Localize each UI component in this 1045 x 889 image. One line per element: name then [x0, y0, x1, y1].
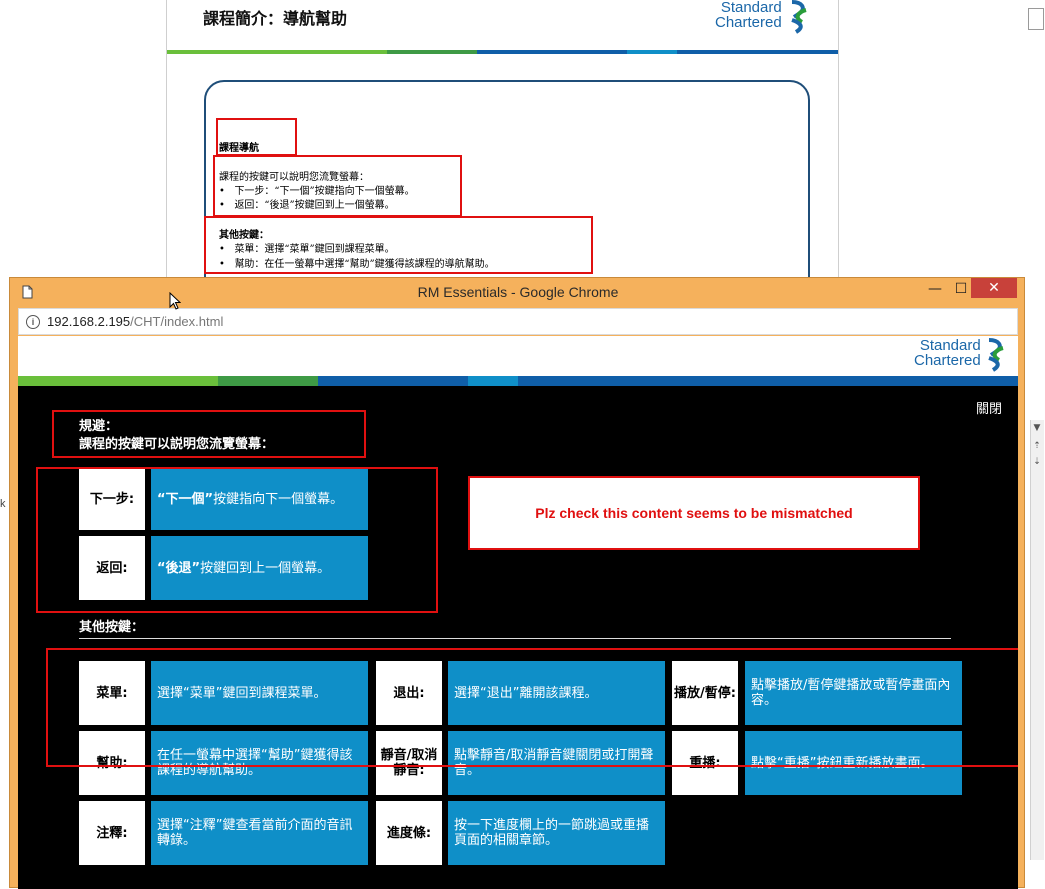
standard-chartered-logo-icon	[791, 0, 807, 34]
url-text[interactable]: 192.168.2.195/CHT/index.html	[47, 314, 223, 329]
close-window-button[interactable]: ✕	[971, 278, 1017, 298]
background-text-fragment: k	[0, 498, 6, 510]
scroll-down-step-icon[interactable]: ⇣	[1031, 456, 1043, 468]
header-logo: Standard Chartered	[914, 338, 1007, 372]
annotation-box	[204, 216, 593, 274]
scroll-down-icon[interactable]: ▼	[1031, 422, 1043, 434]
background-logo: Standard Chartered	[715, 0, 810, 34]
background-logo-line1: Standard	[720, 0, 782, 16]
background-doc-title: 課程簡介：導航幫助	[203, 9, 348, 28]
page-content: Standard Chartered 關閉 規避： 課程的按鍵可以説明您流覽螢幕…	[18, 336, 1018, 889]
scrollbar-thumb[interactable]	[1028, 8, 1044, 30]
info-icon[interactable]: i	[26, 315, 40, 329]
scrollbar-track[interactable]: ▼ ⇡ ⇣	[1030, 420, 1044, 860]
mouse-cursor-icon	[169, 292, 181, 310]
divider	[79, 638, 951, 639]
annotation-box	[52, 410, 366, 458]
desc-notes: 選擇“注釋”鍵查看當前介面的音訊轉錄。	[151, 801, 368, 865]
header-logo-line1: Standard	[919, 337, 981, 354]
url-path: /CHT/index.html	[130, 314, 224, 329]
desc-progress-bar: 按一下進度欄上的一節跳過或重播頁面的相關章節。	[448, 801, 665, 865]
annotation-box	[46, 648, 1018, 767]
url-host: 192.168.2.195	[47, 314, 131, 329]
chrome-window: RM Essentials - Google Chrome — ☐ ✕ i 19…	[9, 277, 1025, 889]
background-logo-line2: Chartered	[715, 14, 782, 31]
standard-chartered-logo-icon	[988, 338, 1004, 372]
close-link[interactable]: 關閉	[976, 398, 1002, 417]
annotation-box	[213, 155, 462, 217]
background-color-bar	[167, 50, 838, 54]
header-logo-line2: Chartered	[914, 352, 981, 369]
window-title: RM Essentials - Google Chrome	[417, 284, 619, 300]
label-progress-bar: 進度條:	[376, 801, 442, 865]
page-icon	[22, 285, 33, 299]
content-header: Standard Chartered	[18, 336, 1018, 376]
review-note: Plz check this content seems to be misma…	[468, 476, 920, 550]
brand-color-bar	[18, 376, 1018, 386]
label-notes: 注釋:	[79, 801, 145, 865]
annotation-box	[216, 118, 297, 156]
scroll-up-step-icon[interactable]: ⇡	[1031, 440, 1043, 452]
other-heading: 其他按鍵：	[79, 620, 145, 635]
annotation-box	[36, 467, 438, 613]
address-bar[interactable]: i 192.168.2.195/CHT/index.html	[18, 308, 1018, 335]
background-document: 課程簡介：導航幫助 Standard Chartered 課程導航 課程的按鍵可…	[166, 0, 839, 280]
